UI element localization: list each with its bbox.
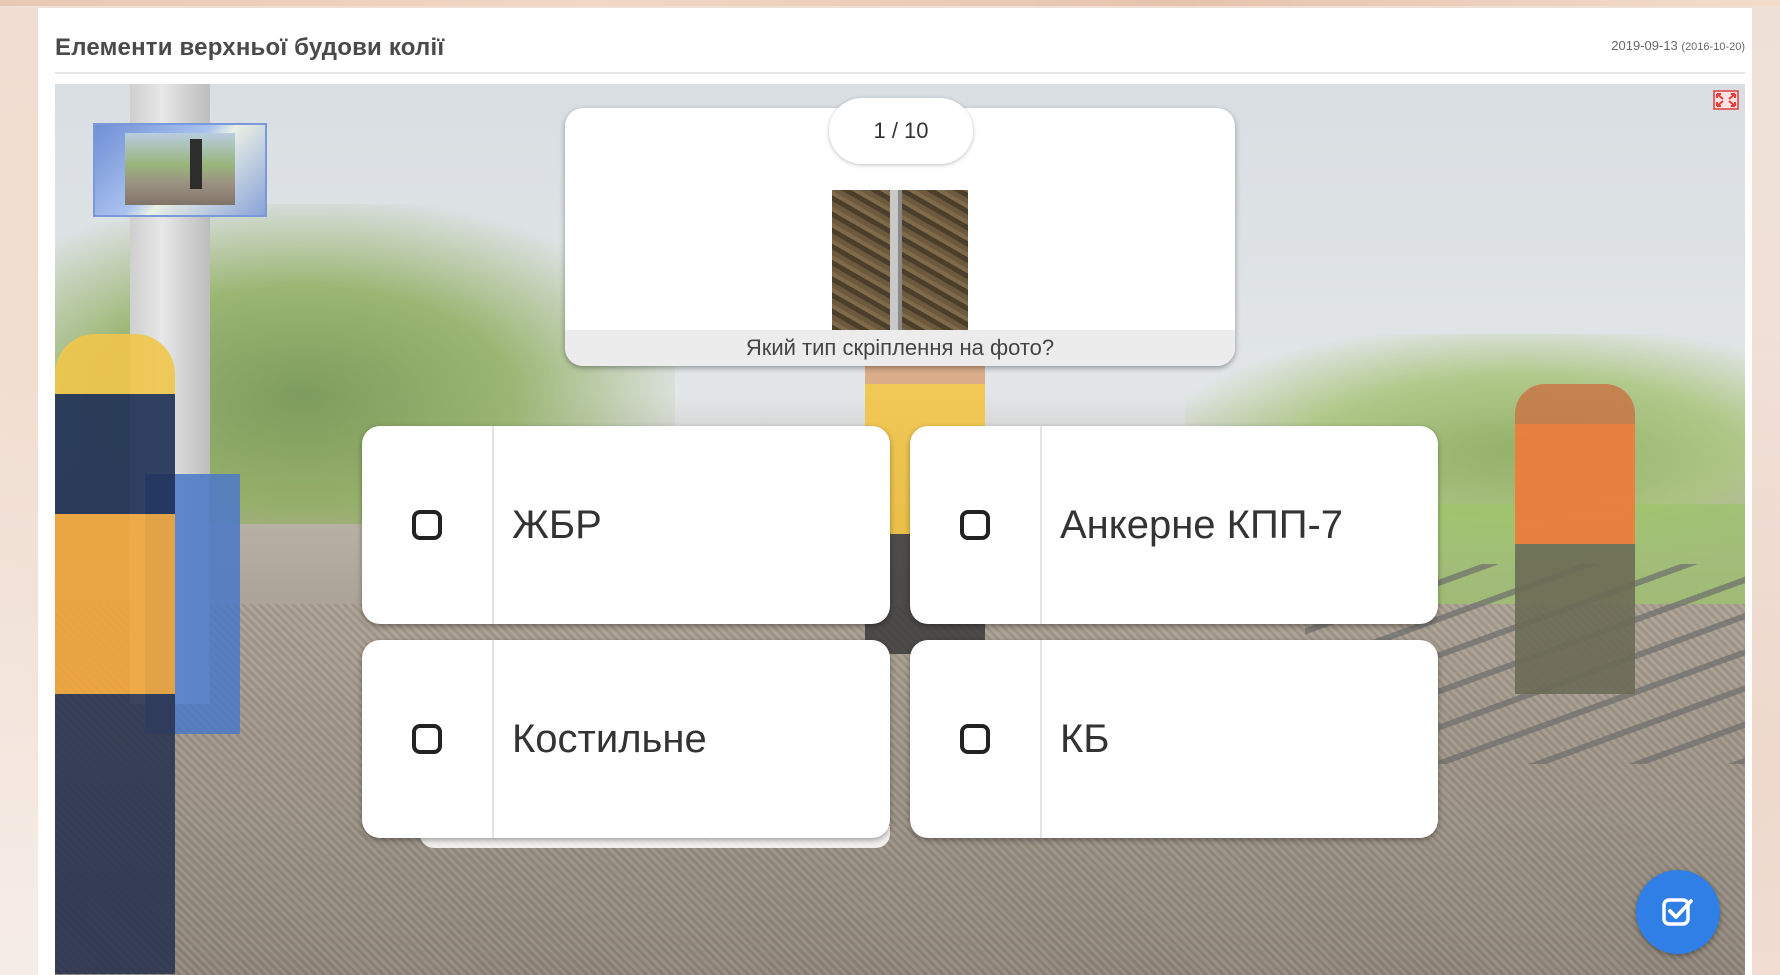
answer-option-2[interactable]: Анкерне КПП-7: [910, 426, 1438, 624]
checkbox-empty-icon[interactable]: [960, 724, 990, 754]
page-title: Елементи верхньої будови колії: [55, 34, 445, 61]
photo-worker-left: [55, 334, 175, 974]
checkbox-empty-icon[interactable]: [412, 724, 442, 754]
thumbnail-image: [125, 133, 235, 205]
answer-label: КБ: [1060, 716, 1110, 761]
check-square-icon: [1662, 898, 1693, 926]
checkbox-empty-icon[interactable]: [960, 510, 990, 540]
date-info: 2019-09-13 (2016-10-20): [1611, 38, 1745, 53]
answer-checkbox-cell: [362, 640, 494, 838]
photo-worker-right: [1515, 384, 1635, 694]
question-counter: 1 / 10: [829, 98, 973, 164]
answer-option-1[interactable]: ЖБР: [362, 426, 890, 624]
submit-answer-button[interactable]: [1636, 870, 1720, 954]
answer-label: Анкерне КПП-7: [1060, 502, 1344, 547]
question-image: [832, 190, 968, 336]
publish-date: 2019-09-13: [1611, 38, 1678, 53]
answer-option-3[interactable]: Костильне: [362, 640, 890, 838]
answer-checkbox-cell: [362, 426, 494, 624]
checkbox-empty-icon[interactable]: [412, 510, 442, 540]
answer-checkbox-cell: [910, 426, 1042, 624]
preview-thumbnail[interactable]: [93, 123, 267, 217]
original-date: (2016-10-20): [1681, 41, 1745, 53]
answer-checkbox-cell: [910, 640, 1042, 838]
answer-label: Костильне: [512, 716, 707, 761]
title-divider: [55, 72, 1745, 74]
fullscreen-toggle-icon[interactable]: [1713, 90, 1739, 110]
top-decorative-strip: [0, 0, 1780, 6]
answer-option-4[interactable]: КБ: [910, 640, 1438, 838]
question-text: Який тип скріплення на фото?: [565, 330, 1235, 366]
answer-label: ЖБР: [512, 502, 602, 547]
thumbnail-figure: [190, 139, 202, 189]
fullscreen-glyph: [1713, 90, 1739, 110]
